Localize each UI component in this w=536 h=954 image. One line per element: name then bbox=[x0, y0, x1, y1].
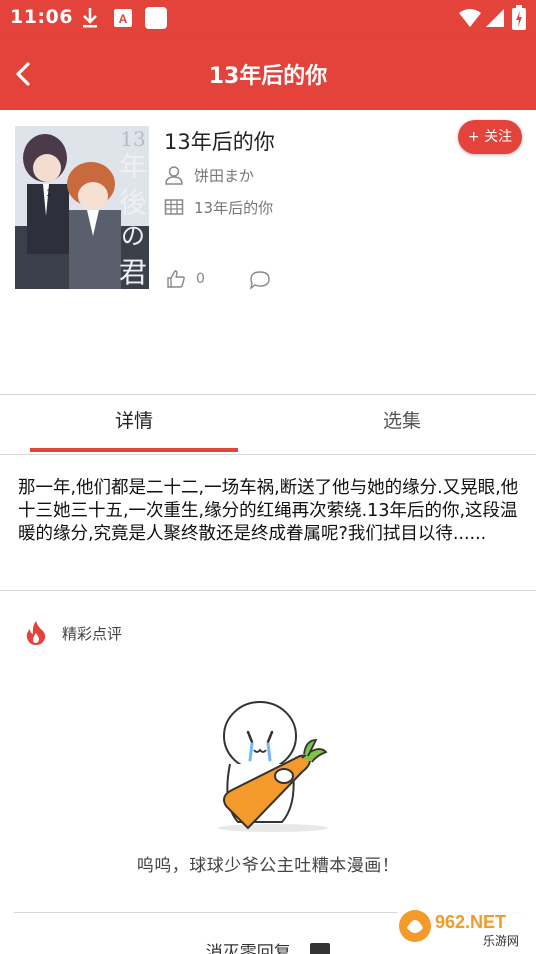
empty-reviews-text: 呜呜，球球少爷公主吐糟本漫画！ bbox=[136, 856, 400, 876]
thumbs-up-icon bbox=[167, 270, 185, 288]
svg-text:の: の bbox=[121, 222, 145, 250]
category-row: 13年后的你 bbox=[164, 196, 273, 218]
book-info-panel: 13 年 後 の 君 1 13年后的你 + 关注 饼田まか 13年后的你 0 bbox=[0, 110, 536, 394]
like-button[interactable]: 0 bbox=[166, 269, 205, 289]
signal-icon bbox=[486, 9, 504, 27]
tab-indicator bbox=[30, 448, 238, 452]
follow-button[interactable]: + 关注 bbox=[458, 120, 522, 154]
book-description: 那一年,他们都是二十二,一场车祸,断送了他与她的缘分.又晃眼,他十三她三十五,一… bbox=[18, 478, 519, 544]
page-title: 13年后的你 bbox=[208, 64, 328, 89]
grid-icon bbox=[164, 199, 184, 215]
download-icon bbox=[83, 8, 97, 28]
tab-episodes[interactable]: 选集 bbox=[268, 395, 536, 455]
like-count: 0 bbox=[196, 271, 205, 287]
book-title: 13年后的你 bbox=[164, 130, 275, 154]
watermark-logo: 962.NET 乐游网 bbox=[397, 902, 531, 950]
reviews-header-label: 精彩点评 bbox=[62, 624, 123, 643]
tab-bar: 详情 选集 bbox=[0, 395, 536, 455]
author-row: 饼田まか bbox=[164, 164, 254, 186]
svg-text:A: A bbox=[119, 12, 128, 26]
svg-text:年: 年 bbox=[119, 150, 147, 183]
watermark-sub: 乐游网 bbox=[483, 934, 519, 948]
author-name: 饼田まか bbox=[194, 166, 255, 185]
status-time: 11:06 bbox=[10, 6, 73, 28]
battery-icon bbox=[512, 5, 526, 30]
fire-icon bbox=[26, 621, 46, 645]
book-cover[interactable]: 13 年 後 の 君 1 bbox=[15, 126, 149, 289]
comment-icon[interactable] bbox=[249, 270, 271, 290]
arrow-box-icon bbox=[310, 943, 331, 954]
watermark-main: 962.NET bbox=[435, 912, 506, 932]
status-bar: 11:06 A bbox=[0, 0, 536, 36]
tab-details[interactable]: 详情 bbox=[0, 395, 268, 455]
divider bbox=[0, 454, 536, 455]
cover-art: 13 年 後 の 君 1 bbox=[15, 126, 149, 289]
reviews-header: 精彩点评 bbox=[24, 620, 122, 646]
divider bbox=[0, 590, 536, 591]
svg-text:君: 君 bbox=[119, 256, 147, 289]
user-icon bbox=[165, 166, 183, 185]
svg-text:13: 13 bbox=[120, 127, 145, 151]
crying-mascot-illustration bbox=[218, 701, 328, 832]
app-notification-icon: A bbox=[114, 9, 132, 27]
svg-text:後: 後 bbox=[119, 186, 147, 219]
app-bar: 13年后的你 bbox=[0, 36, 536, 110]
no-replies-text: 消灭零回复 bbox=[205, 943, 291, 954]
wifi-icon bbox=[459, 9, 481, 27]
category-name: 13年后的你 bbox=[194, 198, 274, 217]
square-notification-icon bbox=[145, 7, 167, 29]
svg-text:1: 1 bbox=[46, 188, 52, 199]
